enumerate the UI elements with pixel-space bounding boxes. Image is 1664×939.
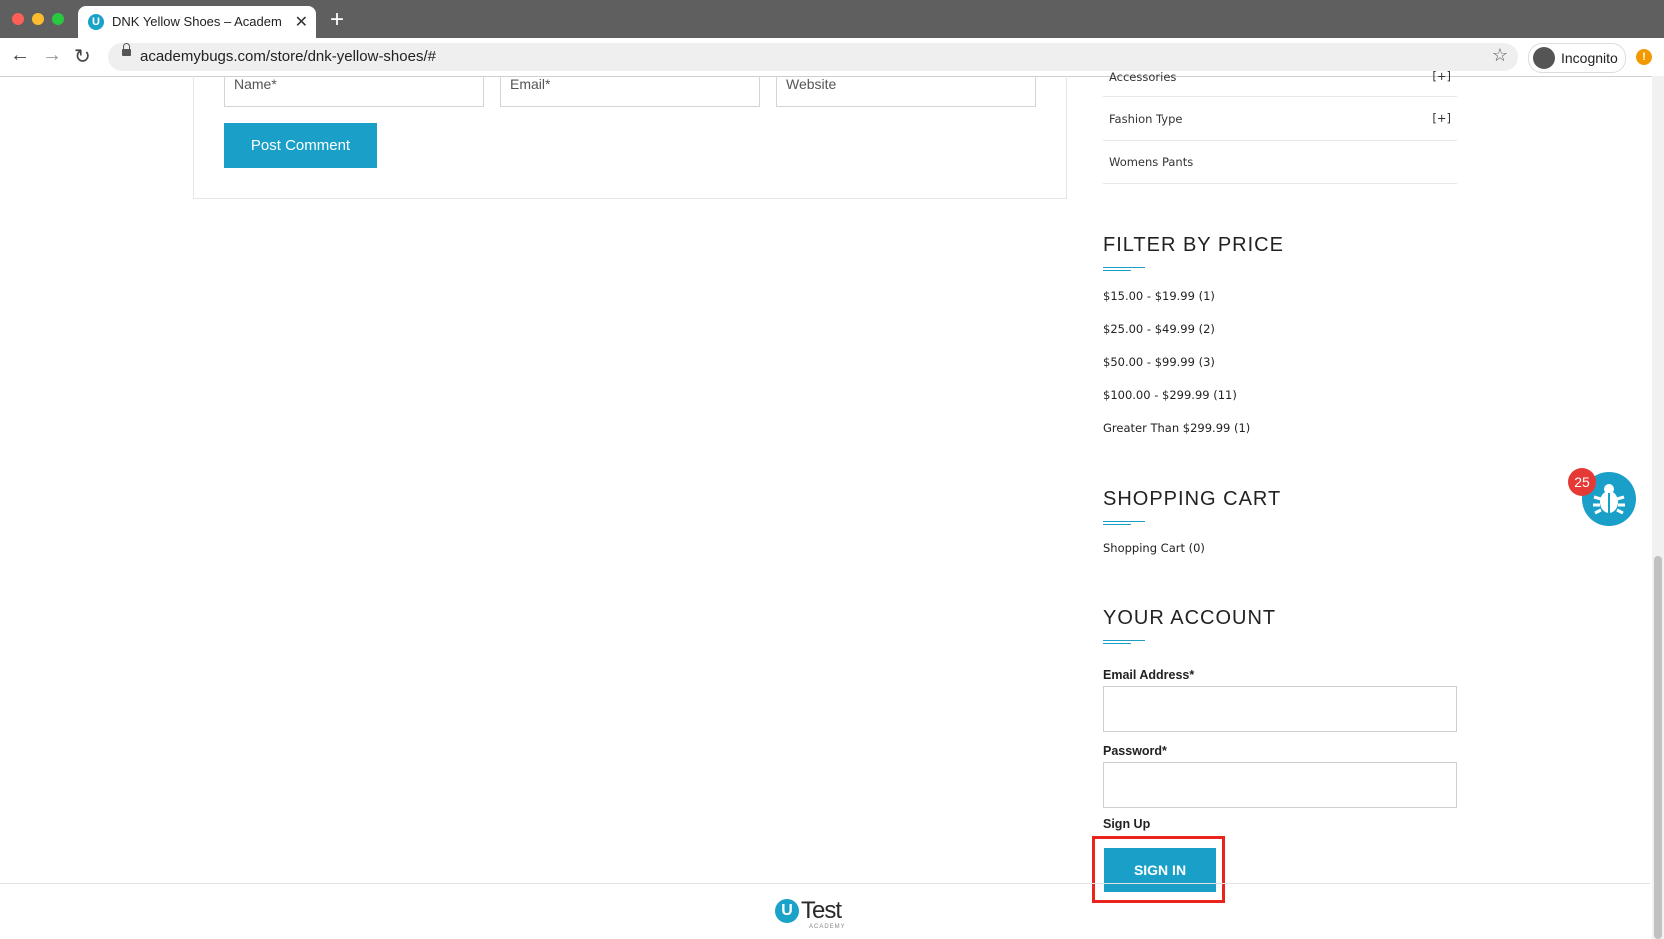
bug-count-badge: 25 [1568,468,1596,496]
category-item-womens-pants[interactable]: Womens Pants [1103,141,1457,184]
favicon-icon: U [88,14,104,30]
website-placeholder: Website [786,76,837,92]
bookmark-star-icon[interactable]: ☆ [1492,45,1508,66]
logo-subtitle: ACADEMY [809,924,846,930]
price-range-link[interactable]: $50.00 - $99.99 (3) [1103,355,1215,369]
footer-divider [0,883,1650,884]
comment-name-input[interactable]: Name* [224,76,484,107]
logo-text: Test [801,897,842,924]
comment-email-input[interactable]: Email* [500,76,760,107]
post-comment-button[interactable]: Post Comment [224,123,377,168]
your-account-title: YOUR ACCOUNT [1103,607,1277,629]
category-item-accessories[interactable]: Accessories [+] [1103,56,1457,97]
expand-toggle[interactable]: [+] [1432,111,1451,125]
utest-academy-logo[interactable]: U Test ACADEMY [775,897,851,933]
password-label: Password* [1103,744,1167,758]
filter-by-price-title: FILTER BY PRICE [1103,234,1284,256]
title-underline [1103,640,1145,644]
comment-website-input[interactable]: Website [776,76,1036,107]
close-window-button[interactable] [12,13,24,25]
price-range-link[interactable]: $25.00 - $49.99 (2) [1103,322,1215,336]
price-range-link[interactable]: $15.00 - $19.99 (1) [1103,289,1215,303]
category-label: Fashion Type [1109,112,1183,126]
expand-toggle[interactable]: [+] [1432,69,1451,83]
shopping-cart-title: SHOPPING CART [1103,488,1282,510]
title-underline [1103,521,1145,525]
url-text[interactable]: academybugs.com/store/dnk-yellow-shoes/# [140,48,436,65]
category-item-fashion-type[interactable]: Fashion Type [+] [1103,98,1457,141]
incognito-label: Incognito [1561,50,1618,66]
incognito-icon [1533,47,1555,69]
browser-tab[interactable]: U DNK Yellow Shoes – AcademyBugs ✕ [78,6,316,38]
price-range-link[interactable]: $100.00 - $299.99 (11) [1103,388,1237,402]
price-range-link[interactable]: Greater Than $299.99 (1) [1103,421,1250,435]
name-placeholder: Name* [234,76,277,92]
tab-title: DNK Yellow Shoes – AcademyBugs [112,14,282,29]
maximize-window-button[interactable] [52,13,64,25]
email-address-input[interactable] [1103,686,1457,732]
title-underline [1103,267,1145,271]
back-arrow-icon[interactable]: ← [10,44,30,67]
sign-in-highlight-box [1092,836,1225,903]
category-label: Womens Pants [1109,155,1194,169]
email-placeholder: Email* [510,76,551,92]
page-scrollbar-thumb[interactable] [1654,556,1662,939]
email-address-label: Email Address* [1103,668,1195,682]
browser-tab-bar: U DNK Yellow Shoes – AcademyBugs ✕ + [0,0,1664,38]
new-tab-icon[interactable]: + [330,6,344,34]
forward-arrow-icon[interactable]: → [42,44,62,67]
reload-icon[interactable]: ↻ [74,44,91,69]
sign-up-link[interactable]: Sign Up [1103,817,1150,831]
browser-alert-icon[interactable]: ! [1636,49,1652,65]
minimize-window-button[interactable] [32,13,44,25]
category-label: Accessories [1109,70,1177,84]
lock-icon [122,43,131,56]
logo-u-mark: U [775,899,799,923]
password-input[interactable] [1103,762,1457,808]
shopping-cart-link[interactable]: Shopping Cart (0) [1103,541,1205,555]
incognito-indicator[interactable]: Incognito [1528,43,1626,73]
tab-close-icon[interactable]: ✕ [295,12,308,32]
